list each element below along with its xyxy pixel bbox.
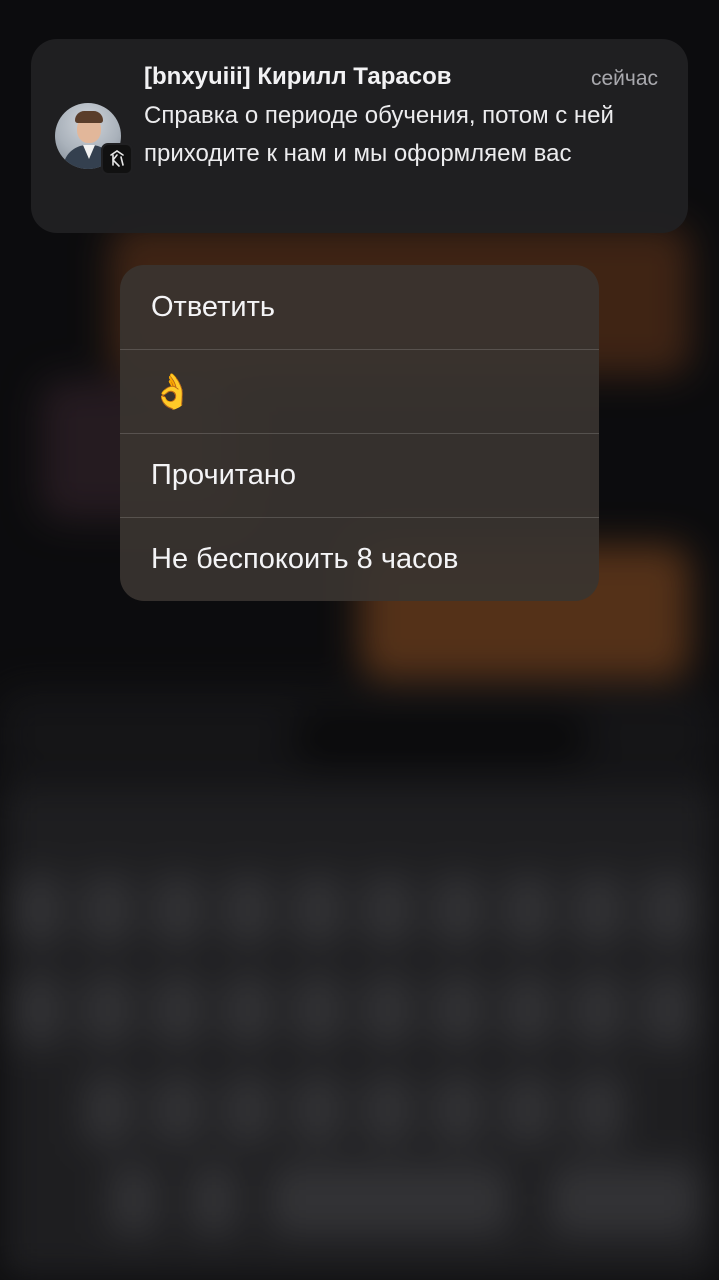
notification-message: Справка о периоде обучения, потом с ней … xyxy=(144,102,614,167)
mark-read-action-label: Прочитано xyxy=(151,459,296,491)
mute-8-hours-action-label: Не беспокоить 8 часов xyxy=(151,543,459,575)
reply-action[interactable]: Ответить xyxy=(120,265,599,349)
ok-reaction-action[interactable]: 👌 xyxy=(120,349,599,433)
mark-read-action[interactable]: Прочитано xyxy=(120,433,599,517)
notification-banner[interactable]: [bnxyuiii] Кирилл Тарасов сейчас Справка… xyxy=(31,39,688,233)
app-logo-icon xyxy=(101,143,133,175)
mute-8-hours-action[interactable]: Не беспокоить 8 часов xyxy=(120,517,599,601)
notification-sender: [bnxyuiii] Кирилл Тарасов xyxy=(144,63,452,90)
ok-hand-icon: 👌 xyxy=(151,372,194,411)
reply-action-label: Ответить xyxy=(151,290,275,323)
notification-time: сейчас xyxy=(590,67,658,90)
notification-actions-menu: Ответить 👌 Прочитано Не беспокоить 8 час… xyxy=(120,265,599,601)
lock-screen: [bnxyuiii] Кирилл Тарасов сейчас Справка… xyxy=(0,0,719,1280)
